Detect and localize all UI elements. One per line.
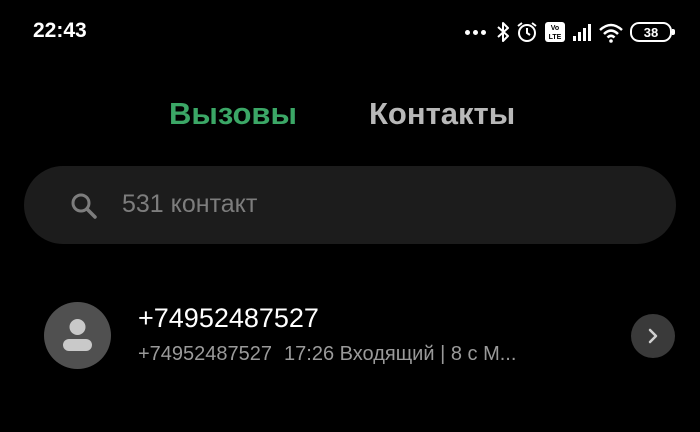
call-details-button[interactable] [631,314,675,358]
tab-bar: Вызовы Контакты [0,96,700,140]
tab-calls[interactable]: Вызовы [169,96,297,132]
call-details: +74952487527 17:26 Входящий | 8 с М... [138,343,516,366]
status-icons: Vo LTE 38 [465,18,675,46]
avatar [44,302,111,369]
search-bar[interactable]: 531 контакт [24,166,676,244]
wifi-icon [599,23,623,43]
battery-icon: 38 [630,22,675,42]
alarm-icon [517,22,537,42]
call-number: +74952487527 [138,343,273,365]
svg-text:LTE: LTE [549,34,562,41]
caller-number: +74952487527 [138,303,319,333]
call-log-item[interactable]: +74952487527 +74952487527 17:26 Входящий… [0,290,700,380]
signal-icon [573,24,591,41]
status-bar: 22:43 Vo LTE 38 [0,0,700,64]
tab-contacts[interactable]: Контакты [369,96,515,132]
call-meta: 17:26 Входящий | 8 с М... [284,343,517,365]
person-icon [63,319,92,351]
more-dots-icon [465,29,486,35]
chevron-right-icon [648,328,658,344]
battery-level: 38 [643,24,659,40]
bluetooth-icon [497,22,509,42]
search-icon [71,193,97,219]
status-time: 22:43 [33,19,87,42]
volte-icon: Vo LTE [545,22,565,42]
svg-text:Vo: Vo [551,25,559,32]
search-input[interactable]: 531 контакт [122,190,257,219]
